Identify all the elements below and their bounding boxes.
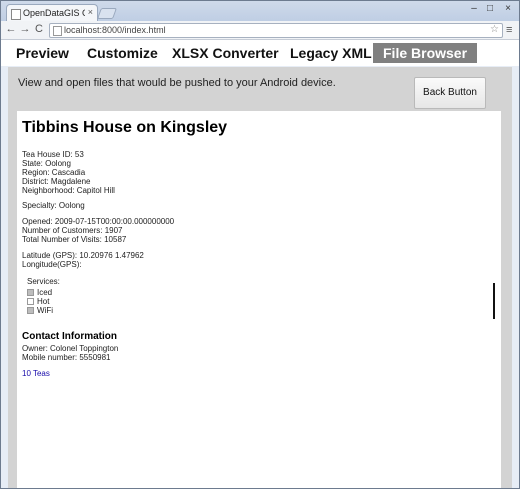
- scroll-indicator: [493, 283, 495, 319]
- services-label: Services:: [27, 277, 60, 286]
- service-name: WiFi: [37, 306, 53, 315]
- services-box: Services: Iced Hot WiFi: [22, 274, 488, 318]
- back-arrow-icon[interactable]: ←: [5, 23, 17, 35]
- service-item: Hot: [27, 297, 49, 306]
- nav-tab-file-browser[interactable]: File Browser: [373, 43, 478, 63]
- service-name: Hot: [37, 297, 50, 306]
- maximize-icon[interactable]: □: [483, 3, 497, 14]
- app-nav: Preview Customize XLSX Converter Legacy …: [1, 40, 519, 66]
- page-icon: [53, 26, 62, 36]
- region: Region: Cascadia: [22, 168, 86, 177]
- owner: Owner: Colonel Toppington: [22, 344, 119, 353]
- checkbox[interactable]: [27, 289, 34, 297]
- specialty: Specialty: Oolong: [22, 201, 85, 210]
- service-item: WiFi: [27, 306, 53, 315]
- checkbox[interactable]: [27, 298, 34, 306]
- nav-tab-xlsx-converter[interactable]: XLSX Converter: [172, 43, 279, 63]
- customers: Number of Customers: 1907: [22, 226, 123, 235]
- tea-house-id: Tea House ID: 53: [22, 150, 84, 159]
- service-name: Iced: [37, 288, 53, 297]
- page-description: View and open files that would be pushed…: [18, 77, 336, 89]
- nav-tab-customize[interactable]: Customize: [87, 43, 158, 63]
- new-tab-button[interactable]: [96, 8, 118, 19]
- total-visits: Total Number of Visits: 10587: [22, 235, 127, 244]
- minimize-icon[interactable]: –: [467, 3, 481, 14]
- checkbox[interactable]: [27, 307, 34, 315]
- neighborhood: Neighborhood: Capitol Hill: [22, 186, 115, 195]
- state: State: Oolong: [22, 159, 71, 168]
- bookmark-star-icon[interactable]: ☆: [490, 24, 499, 35]
- tab-title: OpenDataGIS Ca...: [23, 8, 85, 18]
- window-close-icon[interactable]: ×: [501, 3, 515, 14]
- browser-tab[interactable]: OpenDataGIS Ca... ×: [6, 4, 98, 22]
- tab-close-icon[interactable]: ×: [88, 7, 93, 17]
- forward-arrow-icon[interactable]: →: [19, 23, 31, 35]
- teas-link[interactable]: 10 Teas: [22, 369, 50, 378]
- file-preview-panel: Tibbins House on Kingsley Tea House ID: …: [17, 111, 501, 488]
- main-content: View and open files that would be pushed…: [8, 67, 512, 488]
- address-bar[interactable]: localhost:8000/index.html ☆: [49, 23, 503, 38]
- opened: Opened: 2009-07-15T00:00:00.000000000: [22, 217, 175, 226]
- contact-heading: Contact Information: [22, 331, 117, 342]
- reload-icon[interactable]: C: [33, 23, 45, 35]
- service-item: Iced: [27, 288, 52, 297]
- nav-tab-preview[interactable]: Preview: [16, 43, 69, 63]
- latitude: Latitude (GPS): 10.20976 1.47962: [22, 251, 144, 260]
- nav-tab-legacy-xml[interactable]: Legacy XML: [290, 43, 372, 63]
- back-button[interactable]: Back Button: [414, 77, 486, 109]
- longitude: Longitude(GPS):: [22, 260, 82, 269]
- tab-strip: OpenDataGIS Ca... × – □ ×: [1, 1, 519, 22]
- url-text: localhost:8000/index.html: [64, 25, 166, 35]
- mobile-number: Mobile number: 5550981: [22, 353, 111, 362]
- district: District: Magdalene: [22, 177, 91, 186]
- page-favicon-icon: [11, 9, 21, 20]
- browser-toolbar: ← → C localhost:8000/index.html ☆ ≡: [1, 21, 519, 40]
- browser-menu-icon[interactable]: ≡: [506, 24, 512, 36]
- record-title: Tibbins House on Kingsley: [22, 119, 228, 136]
- browser-window: OpenDataGIS Ca... × – □ × ← → C localhos…: [0, 0, 520, 489]
